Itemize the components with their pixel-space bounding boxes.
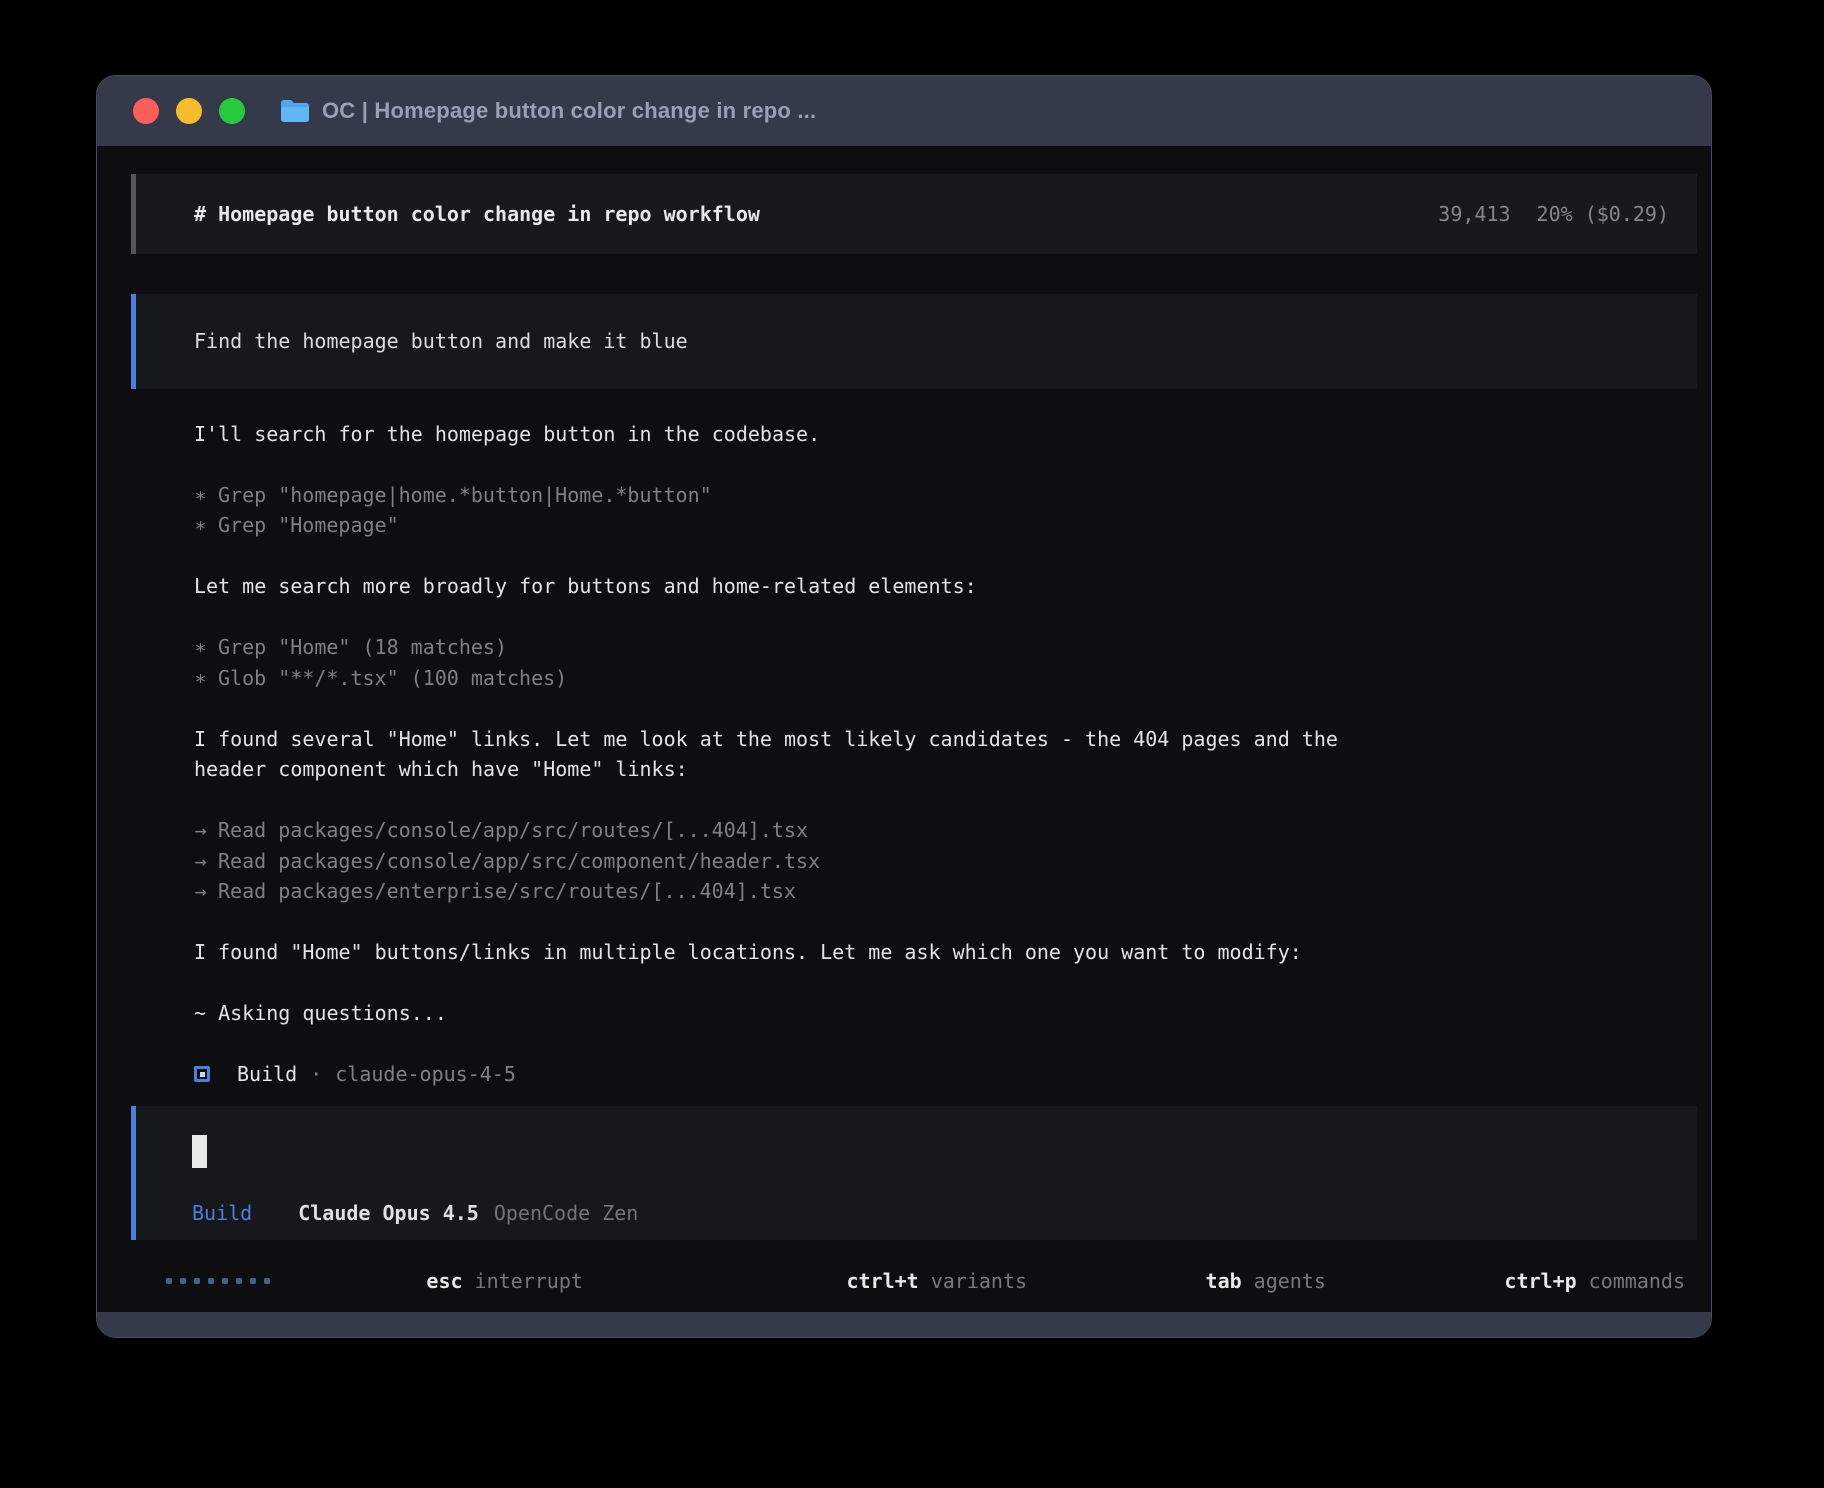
spinner-dot bbox=[194, 1278, 200, 1284]
assistant-text: header component which have "Home" links… bbox=[194, 754, 1697, 785]
tool-call-read: → Read packages/console/app/src/routes/[… bbox=[194, 815, 1697, 846]
tool-call-grep: ∗ Grep "Home" (18 matches) bbox=[194, 632, 1697, 663]
zoom-button[interactable] bbox=[219, 98, 245, 124]
agent-status-line: Build · claude-opus-4-5 bbox=[194, 1059, 1697, 1090]
session-header: # Homepage button color change in repo w… bbox=[131, 174, 1697, 254]
prompt-input[interactable]: Build Claude Opus 4.5 OpenCode Zen bbox=[131, 1106, 1697, 1240]
user-message: Find the homepage button and make it blu… bbox=[131, 294, 1697, 389]
shortcut-hint-commands: ctrl+pcommands bbox=[1360, 1245, 1685, 1317]
window-title: OC | Homepage button color change in rep… bbox=[322, 98, 816, 124]
spinner-dot bbox=[264, 1278, 270, 1284]
session-stats: 39,413 20% ($0.29) bbox=[1438, 202, 1669, 226]
text-cursor bbox=[192, 1135, 207, 1168]
desktop: OC | Homepage button color change in rep… bbox=[0, 0, 1824, 1488]
minimize-button[interactable] bbox=[176, 98, 202, 124]
user-message-text: Find the homepage button and make it blu… bbox=[194, 326, 1669, 357]
window-titlebar[interactable]: OC | Homepage button color change in rep… bbox=[97, 76, 1711, 146]
spinner-dot bbox=[166, 1278, 172, 1284]
tool-call-read: → Read packages/console/app/src/componen… bbox=[194, 846, 1697, 877]
spinner-dot bbox=[250, 1278, 256, 1284]
assistant-text: I'll search for the homepage button in t… bbox=[194, 419, 1697, 450]
token-count: 39,413 bbox=[1438, 202, 1510, 226]
spinner-dot bbox=[222, 1278, 228, 1284]
dot-separator: · bbox=[310, 1062, 322, 1086]
agent-name: Build bbox=[237, 1062, 297, 1086]
spinner-dot bbox=[180, 1278, 186, 1284]
tool-bullet-icon: ∗ bbox=[194, 510, 207, 541]
assistant-text: I found "Home" buttons/links in multiple… bbox=[194, 937, 1697, 968]
close-button[interactable] bbox=[133, 98, 159, 124]
tool-bullet-icon: ∗ bbox=[194, 480, 207, 511]
status-text: ~ Asking questions... bbox=[194, 998, 1697, 1029]
tool-call-read: → Read packages/enterprise/src/routes/[.… bbox=[194, 876, 1697, 907]
arrow-right-icon: → bbox=[194, 815, 207, 846]
spinner-dot bbox=[208, 1278, 214, 1284]
shortcut-hint-agents: tabagents bbox=[1061, 1245, 1326, 1317]
assistant-transcript: I'll search for the homepage button in t… bbox=[131, 419, 1697, 1090]
agent-model: claude-opus-4-5 bbox=[335, 1062, 516, 1086]
assistant-text: I found several "Home" links. Let me loo… bbox=[194, 724, 1697, 755]
shortcut-hints: ctrl+tvariants tabagents ctrl+pcommands bbox=[668, 1245, 1685, 1317]
window-bottom-strip bbox=[97, 1312, 1711, 1337]
tool-call-grep: ∗ Grep "Homepage" bbox=[194, 510, 1697, 541]
session-title: # Homepage button color change in repo w… bbox=[194, 202, 760, 226]
arrow-right-icon: → bbox=[194, 846, 207, 877]
terminal-window: OC | Homepage button color change in rep… bbox=[96, 75, 1712, 1338]
arrow-right-icon: → bbox=[194, 876, 207, 907]
working-spinner-dots bbox=[166, 1278, 270, 1284]
input-status-bar: Build Claude Opus 4.5 OpenCode Zen bbox=[192, 1198, 1669, 1228]
agent-build-icon bbox=[194, 1066, 210, 1082]
terminal-content: # Homepage button color change in repo w… bbox=[97, 146, 1711, 1296]
context-usage: 20% ($0.29) bbox=[1537, 202, 1669, 226]
shortcut-hint-interrupt: escinterrupt bbox=[306, 1245, 583, 1317]
tool-call-grep: ∗ Grep "homepage|home.*button|Home.*butt… bbox=[194, 480, 1697, 511]
shortcut-hint-variants: ctrl+tvariants bbox=[702, 1245, 1027, 1317]
traffic-lights bbox=[133, 98, 245, 124]
assistant-text: Let me search more broadly for buttons a… bbox=[194, 571, 1697, 602]
active-provider-label: OpenCode Zen bbox=[494, 1198, 639, 1228]
tool-call-glob: ∗ Glob "**/*.tsx" (100 matches) bbox=[194, 663, 1697, 694]
tool-bullet-icon: ∗ bbox=[194, 663, 207, 694]
tool-bullet-icon: ∗ bbox=[194, 632, 207, 663]
active-model-label: Claude Opus 4.5 bbox=[298, 1198, 479, 1228]
status-bar: escinterrupt ctrl+tvariants tabagents ct… bbox=[131, 1266, 1697, 1296]
spinner-dot bbox=[236, 1278, 242, 1284]
folder-icon bbox=[280, 99, 310, 123]
active-agent-label: Build bbox=[192, 1198, 252, 1228]
